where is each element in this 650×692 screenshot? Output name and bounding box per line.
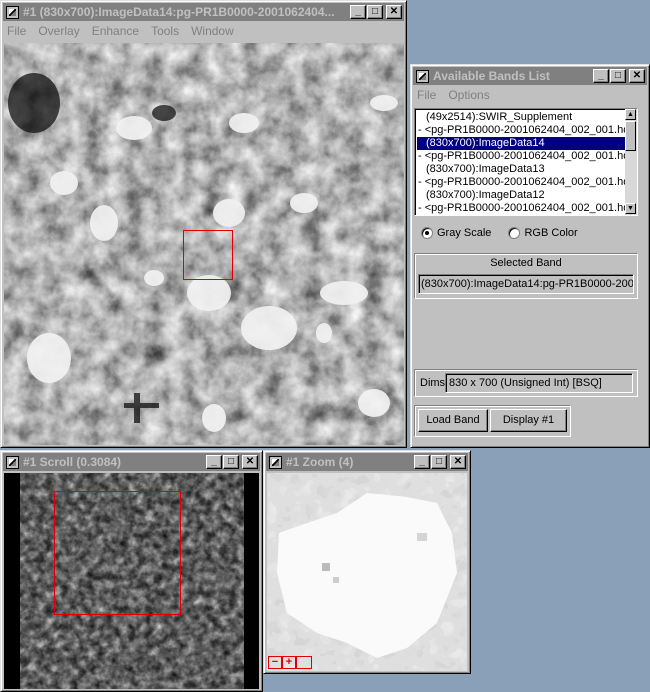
scroll-window-title: #1 Scroll (0.3084) (23, 455, 122, 469)
selected-band-group: Selected Band (830x700):ImageData14:pg-P… (414, 253, 638, 299)
close-button[interactable]: ✕ (386, 5, 402, 19)
available-bands-window: Available Bands List _ □ ✕ File Options … (410, 64, 650, 448)
dims-value: 830 x 700 (Unsigned Int) [BSQ] (449, 377, 602, 389)
band-list-item[interactable]: (830x700):ImageData13 (417, 163, 625, 176)
window-app-icon (269, 455, 282, 469)
scroll-up-arrow-icon[interactable]: ▲ (625, 109, 636, 120)
minimize-button[interactable]: _ (593, 69, 609, 83)
band-list-scrollbar[interactable]: ▲ ▼ (625, 109, 637, 215)
main-image-canvas[interactable] (4, 43, 404, 445)
scroll-window: #1 Scroll (0.3084) _ □ ✕ (0, 450, 263, 692)
band-list-item[interactable]: - <pg-PR1B0000-2001062404_002_001.hdf> (417, 150, 637, 163)
zoom-controls: − + (268, 656, 312, 669)
zoom-window-titlebar[interactable]: #1 Zoom (4) _ □ ✕ (266, 453, 468, 471)
menu-enhance[interactable]: Enhance (92, 24, 139, 38)
zoom-region-box[interactable] (183, 230, 233, 280)
zoom-window: #1 Zoom (4) _ □ ✕ − + (263, 450, 471, 674)
minimize-button[interactable]: _ (206, 455, 222, 469)
zoom-reset-icon[interactable] (296, 656, 312, 669)
zoom-detail-image (267, 473, 467, 671)
zoom-out-icon[interactable]: − (268, 656, 282, 669)
scroll-image-canvas[interactable] (4, 473, 259, 689)
menu-overlay[interactable]: Overlay (38, 24, 79, 38)
zoom-image-canvas[interactable]: − + (267, 473, 467, 671)
selected-band-heading: Selected Band (490, 257, 562, 269)
gray-scale-radio[interactable]: Gray Scale (421, 227, 494, 240)
radio-selected-icon (421, 227, 433, 240)
maximize-button[interactable]: □ (431, 455, 447, 469)
gray-scale-label: Gray Scale (437, 227, 492, 239)
button-group: Load Band Display #1 (414, 405, 571, 437)
selected-band-field: (830x700):ImageData14:pg-PR1B0000-200106… (418, 274, 634, 294)
window-app-icon (6, 5, 19, 19)
band-list[interactable]: (49x2514):SWIR_Supplement - <pg-PR1B0000… (414, 108, 638, 216)
menu-tools[interactable]: Tools (151, 24, 179, 38)
dims-group: Dims 830 x 700 (Unsigned Int) [BSQ] (414, 369, 638, 397)
main-menubar: File Overlay Enhance Tools Window (3, 21, 404, 41)
scroll-region-box[interactable] (54, 491, 181, 615)
maximize-button[interactable]: □ (610, 69, 626, 83)
close-button[interactable]: ✕ (450, 455, 466, 469)
dims-label: Dims (420, 377, 446, 389)
band-list-item[interactable]: - <pg-PR1B0000-2001062404_002_001.hdf> (417, 202, 637, 215)
maximize-button[interactable]: □ (223, 455, 239, 469)
zoom-in-icon[interactable]: + (282, 656, 296, 669)
selected-band-value: (830x700):ImageData14:pg-PR1B0000-200106… (421, 278, 634, 290)
dims-field: 830 x 700 (Unsigned Int) [BSQ] (445, 373, 633, 393)
band-list-item[interactable]: (49x2514):SWIR_Supplement (417, 111, 625, 124)
menu-file[interactable]: File (417, 88, 436, 102)
main-window-titlebar[interactable]: #1 (830x700):ImageData14:pg-PR1B0000-200… (3, 3, 404, 21)
band-list-item-selected[interactable]: (830x700):ImageData14 (417, 137, 625, 150)
zoom-window-title: #1 Zoom (4) (286, 455, 354, 469)
bands-window-titlebar[interactable]: Available Bands List _ □ ✕ (413, 67, 647, 85)
display-button[interactable]: Display #1 (490, 409, 567, 432)
rgb-color-label: RGB Color (524, 227, 578, 239)
window-app-icon (416, 69, 429, 83)
band-list-item[interactable]: - <pg-PR1B0000-2001062404_002_001.hdf> (417, 176, 637, 189)
main-image-window: #1 (830x700):ImageData14:pg-PR1B0000-200… (0, 0, 407, 448)
maximize-button[interactable]: □ (367, 5, 383, 19)
menu-file[interactable]: File (7, 24, 26, 38)
minimize-button[interactable]: _ (414, 455, 430, 469)
load-band-button[interactable]: Load Band (418, 409, 488, 432)
menu-window[interactable]: Window (191, 24, 234, 38)
band-list-item[interactable]: (830x700):ImageData12 (417, 189, 625, 202)
band-list-item[interactable]: - <pg-PR1B0000-2001062404_002_001.hdf> (417, 124, 637, 137)
minimize-button[interactable]: _ (350, 5, 366, 19)
close-button[interactable]: ✕ (629, 69, 645, 83)
scroll-thumb[interactable] (625, 121, 636, 151)
main-window-title: #1 (830x700):ImageData14:pg-PR1B0000-200… (23, 5, 335, 19)
radio-unselected-icon (508, 227, 521, 240)
menu-options[interactable]: Options (448, 88, 489, 102)
scroll-window-titlebar[interactable]: #1 Scroll (0.3084) _ □ ✕ (3, 453, 260, 471)
window-app-icon (6, 455, 19, 469)
display-mode-radios: Gray Scale RGB Color (421, 227, 641, 243)
scroll-down-arrow-icon[interactable]: ▼ (625, 203, 636, 214)
bands-window-title: Available Bands List (433, 69, 550, 83)
rgb-color-radio[interactable]: RGB Color (508, 227, 578, 240)
bands-menubar: File Options (413, 85, 647, 104)
close-button[interactable]: ✕ (242, 455, 258, 469)
